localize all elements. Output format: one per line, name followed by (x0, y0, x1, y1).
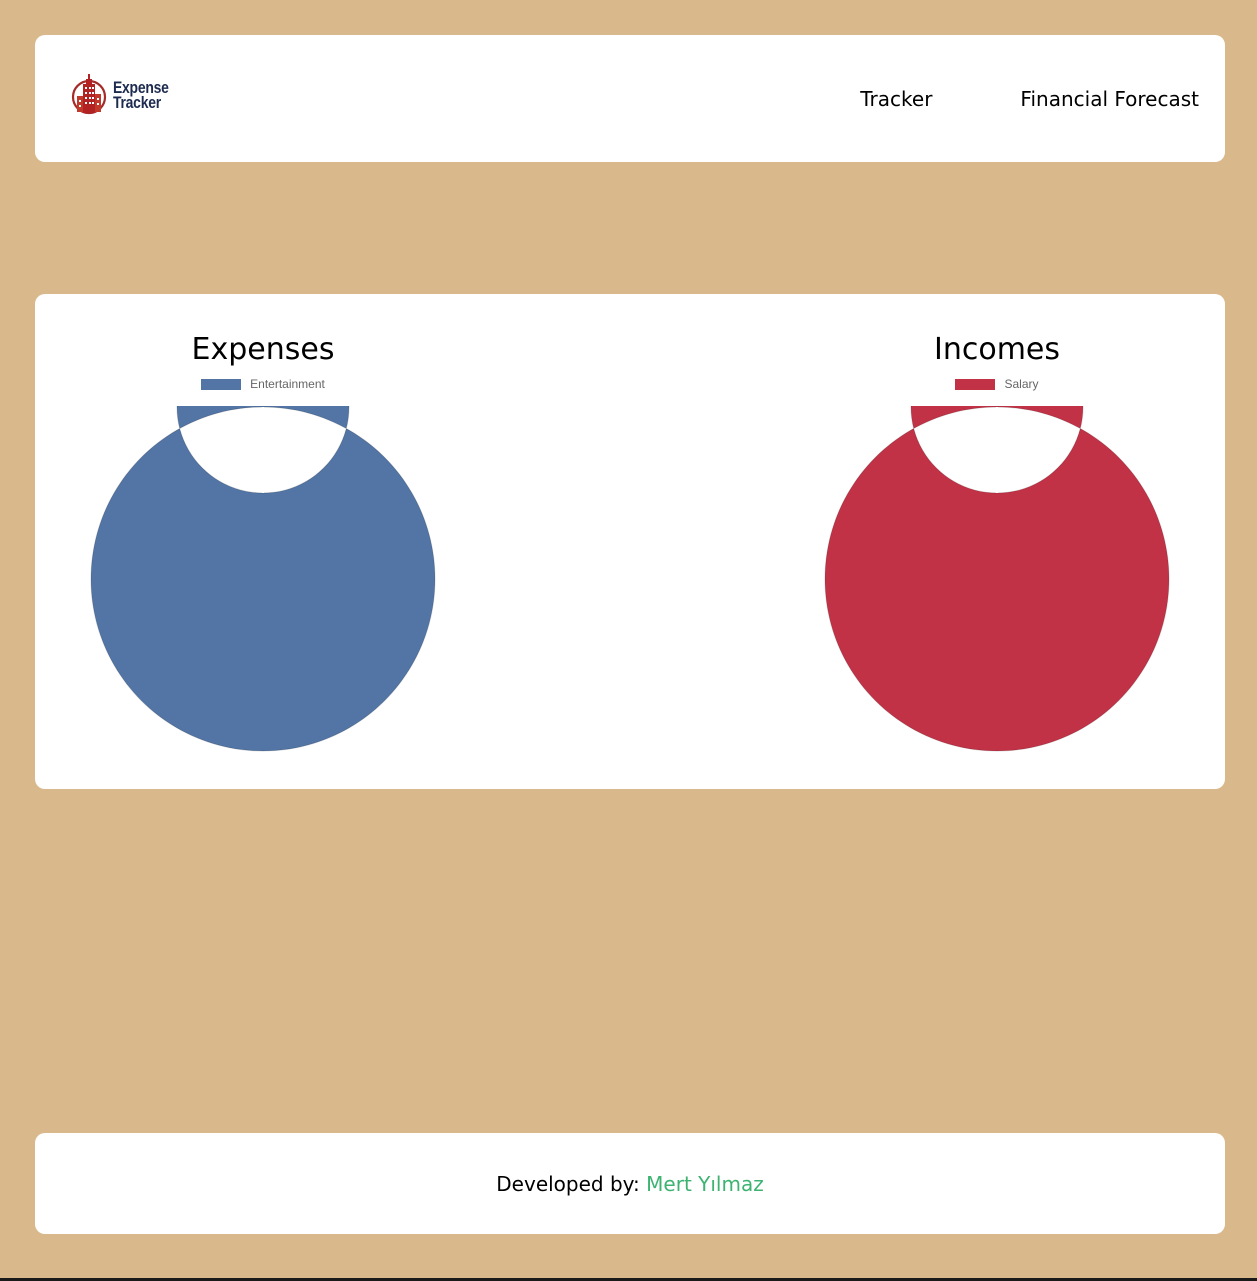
nav-link-tracker[interactable]: Tracker (860, 87, 932, 111)
incomes-chart-title: Incomes (933, 332, 1061, 367)
nav-link-financial-forecast[interactable]: Financial Forecast (1020, 87, 1199, 111)
footer: Developed by: Mert Yılmaz (35, 1133, 1225, 1234)
footer-prefix: Developed by: (496, 1171, 640, 1196)
header-bar: Expense Tracker Tracker Financial Foreca… (35, 35, 1225, 162)
charts-panel: Expenses Entertainment Incomes Salary (35, 294, 1225, 789)
logo-text: Expense Tracker (113, 79, 169, 112)
expenses-chart-title: Expenses (191, 332, 335, 367)
expenses-legend-label: Entertainment (250, 377, 325, 391)
footer-credit: Developed by: Mert Yılmaz (496, 1172, 763, 1196)
footer-author-link[interactable]: Mert Yılmaz (646, 1172, 764, 1196)
expenses-donut (90, 406, 436, 752)
incomes-legend-item[interactable]: Salary (824, 377, 1170, 391)
logo[interactable]: Expense Tracker (71, 72, 181, 118)
incomes-donut (824, 406, 1170, 752)
incomes-legend-swatch (955, 378, 996, 390)
incomes-legend-label: Salary (1004, 377, 1039, 391)
main-nav: Tracker Financial Forecast (860, 35, 1199, 162)
expenses-legend-item[interactable]: Entertainment (90, 377, 436, 391)
logo-line-2: Tracker (113, 93, 161, 112)
expenses-legend-swatch (201, 378, 242, 390)
building-icon (71, 74, 107, 115)
